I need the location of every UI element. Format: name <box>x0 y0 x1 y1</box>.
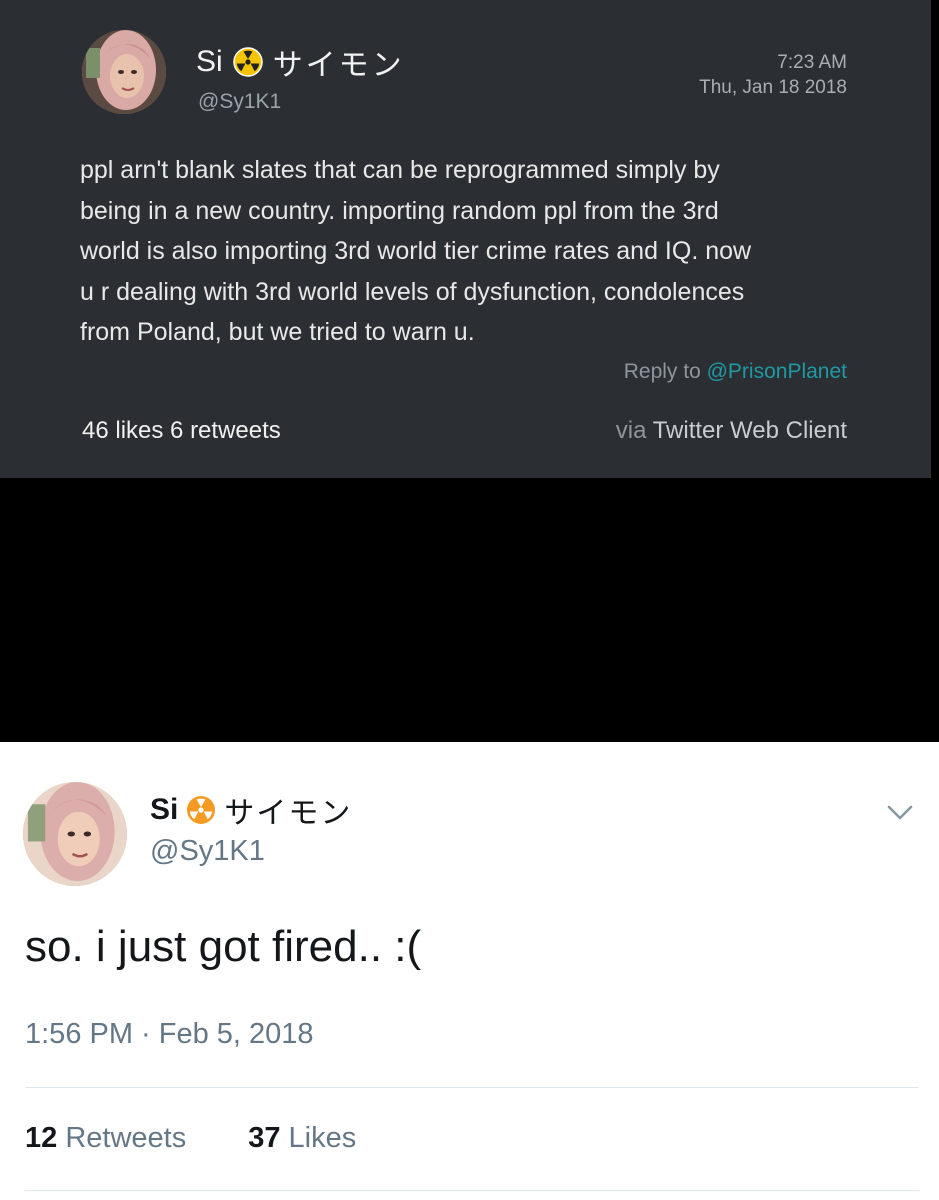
tweet-stats: 12 Retweets 37 Likes <box>25 1122 356 1155</box>
reply-to: Reply to @PrisonPlanet <box>624 360 847 384</box>
avatar-photo <box>23 782 127 886</box>
display-name[interactable]: Si サイモン <box>150 790 352 830</box>
display-name-text: Si <box>150 793 179 826</box>
retweets-label: Retweets <box>65 1122 187 1154</box>
user-handle[interactable]: @Sy1K1 <box>150 835 265 868</box>
tweet-timestamp[interactable]: 1:56 PM · Feb 5, 2018 <box>25 1018 314 1051</box>
tweet-text-line: ppl arn't blank slates that can be repro… <box>80 156 720 184</box>
chevron-down-icon[interactable] <box>885 797 915 827</box>
tweet-timestamp: 7:23 AM Thu, Jan 18 2018 <box>699 50 847 100</box>
tweet-date: Thu, Jan 18 2018 <box>699 77 847 98</box>
reply-mention-link[interactable]: @PrisonPlanet <box>707 360 847 383</box>
client-name: Twitter Web Client <box>652 417 847 444</box>
old-tweet-card: Si サイモン @Sy1K1 7:23 AM Thu, Jan 18 2018 … <box>0 0 931 478</box>
likes-count: 37 <box>248 1122 281 1154</box>
display-name[interactable]: Si サイモン <box>196 40 405 84</box>
avatar[interactable] <box>82 30 166 114</box>
tweet-text: so. i just got fired.. :( <box>25 922 422 971</box>
display-name-text: Si <box>196 45 223 78</box>
via-label: via <box>615 417 647 444</box>
divider <box>25 1087 919 1088</box>
tweet-source: via Twitter Web Client <box>616 417 847 445</box>
tweet-text-line: world is also importing 3rd world tier c… <box>80 237 752 265</box>
likes-label: Likes <box>288 1122 357 1154</box>
tweet-text-line: u r dealing with 3rd world levels of dys… <box>80 277 745 306</box>
display-name-suffix: サイモン <box>224 797 353 830</box>
user-handle[interactable]: @Sy1K1 <box>198 90 281 114</box>
avatar[interactable] <box>23 782 127 886</box>
tweet-stats: 46 likes 6 retweets <box>82 417 281 445</box>
retweets-stat[interactable]: 12 Retweets <box>25 1122 186 1155</box>
tweet-text-line: being in a new country. importing random… <box>80 196 719 225</box>
avatar-photo <box>82 30 166 114</box>
likes-stat[interactable]: 37 Likes <box>248 1122 356 1155</box>
tweet-time: 7:23 AM <box>777 52 847 73</box>
radioactive-icon <box>186 795 216 825</box>
reply-prefix: Reply to <box>623 360 701 383</box>
tweet-text-line: from Poland, but we tried to warn u. <box>80 318 475 346</box>
new-tweet-card: Si サイモン @Sy1K1 so. i just got fired.. :(… <box>0 742 939 1200</box>
divider <box>25 1190 919 1191</box>
tweet-text: ppl arn't blank slates that can be repro… <box>80 150 870 353</box>
retweets-count[interactable]: 6 retweets <box>170 417 281 444</box>
radioactive-icon <box>232 47 263 77</box>
likes-count[interactable]: 46 likes <box>82 417 163 444</box>
display-name-suffix: サイモン <box>272 49 405 82</box>
retweets-count: 12 <box>25 1122 58 1154</box>
